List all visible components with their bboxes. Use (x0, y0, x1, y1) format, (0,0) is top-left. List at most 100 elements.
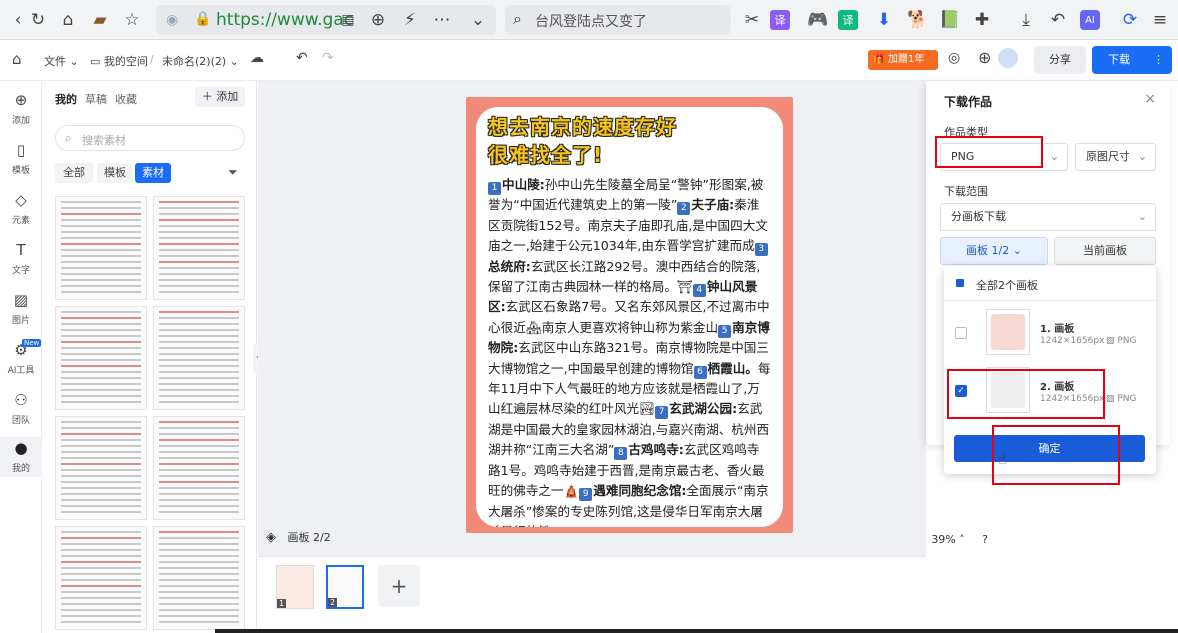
menu-icon[interactable]: ≡ (1146, 6, 1174, 34)
ai-icon[interactable]: AI (1080, 10, 1100, 30)
home-icon[interactable]: ⌂ (54, 6, 82, 34)
share-button[interactable]: 分享 (1034, 46, 1086, 74)
search-text: 台风登陆点又变了 (535, 14, 647, 30)
target-icon[interactable]: ◎ (948, 50, 960, 66)
download-ext-icon[interactable]: ⬇ (870, 6, 898, 34)
number-badge: 1 (488, 182, 501, 195)
all-boards-checkbox[interactable] (956, 279, 964, 287)
add-member-icon[interactable]: ⊕ (978, 48, 991, 67)
dog-icon[interactable]: 🐕 (904, 6, 932, 34)
more-vert-icon[interactable]: ⋮ (1153, 46, 1164, 74)
add-asset-button[interactable]: ＋ 添加 (195, 87, 245, 107)
poster-item-name: 栖霞山。 (707, 360, 758, 376)
undo-browser-icon[interactable]: ↶ (1044, 6, 1072, 34)
range-label: 下载范围 (944, 185, 988, 198)
range-select[interactable]: 分画板下载 ⌄ (940, 203, 1156, 231)
chevron-down-icon: ⌄ (1137, 210, 1147, 223)
puzzle-icon[interactable]: ✚ (968, 6, 996, 34)
tab-drafts[interactable]: 草稿 (85, 91, 107, 107)
asset-thumb[interactable] (153, 196, 245, 300)
filter-templates[interactable]: 模板 (97, 163, 133, 183)
asset-thumb[interactable] (55, 306, 147, 410)
game-icon[interactable]: 🎮 (804, 6, 832, 34)
chevron-down-icon: ⌄ (1049, 150, 1059, 163)
rail-add[interactable]: ⊕ 添加 (0, 91, 42, 126)
asset-thumb[interactable] (55, 526, 147, 630)
gift-icon: 🎁 (873, 54, 886, 65)
board-select[interactable]: 画板 1/2 ⌄ (940, 237, 1048, 265)
rail-images[interactable]: ▨ 图片 (0, 291, 42, 326)
text-icon: T (16, 241, 26, 259)
poster-item-name: 夫子庙: (691, 197, 735, 213)
url-text: https://www.gac (216, 10, 354, 30)
sync-icon[interactable]: ⟳ (1116, 6, 1144, 34)
zoom-icon[interactable]: ⊕ (364, 6, 392, 34)
board1-thumb (986, 309, 1030, 355)
breadcrumb-space[interactable]: ▭ 我的空间 (90, 53, 148, 69)
book-icon[interactable]: 📗 (936, 6, 964, 34)
asset-thumb[interactable] (153, 526, 245, 630)
layers-icon[interactable]: ◈ (266, 530, 276, 545)
cloud-icon[interactable]: ☁ (250, 50, 264, 66)
filter-icon[interactable]: ⏷ (228, 165, 238, 180)
rail-templates[interactable]: ▯ 模板 (0, 141, 42, 176)
close-icon[interactable]: × (1144, 91, 1156, 107)
page-thumb-2[interactable]: 2 (326, 565, 364, 609)
rail-mine[interactable]: ● 我的 (0, 437, 42, 477)
size-select[interactable]: 原图尺寸 ⌄ (1075, 143, 1156, 171)
rail-team[interactable]: ⚇ 团队 (0, 391, 42, 426)
doc-name[interactable]: 未命名(2)(2) ⌄ (162, 53, 239, 69)
chevron-down-icon[interactable]: ⌄ (464, 6, 492, 34)
more-icon[interactable]: ⋯ (428, 6, 456, 34)
reload-icon[interactable]: ↻ (24, 6, 52, 34)
highlight-type (935, 136, 1043, 168)
asset-search-input[interactable]: ⌕ 搜索素材 (55, 125, 245, 151)
tab-favorites[interactable]: 收藏 (115, 91, 137, 107)
highlight-board2 (947, 369, 1105, 419)
clipboard-icon[interactable]: ▤ (334, 6, 362, 34)
lightning-icon[interactable]: ⚡ (396, 6, 424, 34)
asset-thumb[interactable] (153, 306, 245, 410)
file-menu[interactable]: 文件 ⌄ (44, 53, 79, 69)
translate-icon[interactable]: 译 (770, 10, 790, 30)
undo-icon[interactable]: ↶ (296, 50, 308, 66)
poster-artboard[interactable]: 想去南京的速度存好 很难找全了! 1 中山陵:孙中山先生陵墓全局呈“警钟”形图案,… (466, 97, 793, 533)
zoom-control[interactable]: 39% ˄ (926, 529, 970, 551)
asset-thumb[interactable] (55, 416, 147, 520)
current-board-button[interactable]: 当前画板 (1054, 237, 1156, 265)
downloads-icon[interactable]: ⤓ (1012, 6, 1040, 34)
add-page-button[interactable]: + (378, 565, 420, 607)
number-badge: 5 (718, 324, 732, 338)
browser-toolbar: ‹ ↻ ⌂ ▰ ☆ ◉ 🔒 https://www.gac ▤ ⊕ ⚡ ⋯ ⌄ … (0, 0, 1178, 40)
browser-search[interactable]: ⌕ 台风登陆点又变了 (505, 5, 731, 35)
all-boards-label: 全部2个画板 (976, 279, 1038, 292)
asset-thumb[interactable] (55, 196, 147, 300)
avatar[interactable] (998, 48, 1018, 68)
download-button[interactable]: 下载 ⋮ (1092, 46, 1172, 74)
rail-ai[interactable]: ⚙ AI工具 New (0, 339, 42, 376)
briefcase-icon[interactable]: ▰ (86, 6, 114, 34)
divider (944, 300, 1156, 301)
poster-item-name: 玄武湖公园: (669, 401, 738, 417)
filter-all[interactable]: 全部 (55, 163, 93, 183)
vip-badge[interactable]: 🎁 加赠1年 (868, 50, 938, 70)
scissors-icon[interactable]: ✂ (738, 6, 766, 34)
layer-control[interactable]: ◈ 画板 2/2 (266, 529, 331, 551)
help-button[interactable]: ? (974, 529, 996, 551)
search-icon: ⌕ (65, 131, 72, 145)
rail-elements[interactable]: ◇ 元素 (0, 191, 42, 226)
star-list-icon[interactable]: ☆ (118, 6, 146, 34)
tab-mine[interactable]: 我的 (55, 91, 77, 107)
filter-materials[interactable]: 素材 (135, 163, 171, 183)
shapes-icon: ◇ (15, 191, 27, 209)
lock-icon: 🔒 (194, 11, 212, 27)
redo-icon[interactable]: ↷ (322, 50, 334, 66)
rail-text[interactable]: T 文字 (0, 241, 42, 276)
translate2-icon[interactable]: 译 (838, 10, 858, 30)
board1-checkbox[interactable] (955, 327, 967, 339)
poster-item-name: 总统府: (488, 258, 531, 274)
board1-name: 1. 画板 (1040, 324, 1075, 335)
asset-thumb[interactable] (153, 416, 245, 520)
home-app-icon[interactable]: ⌂ (12, 50, 22, 68)
page-thumb-1[interactable]: 1 (276, 565, 314, 609)
